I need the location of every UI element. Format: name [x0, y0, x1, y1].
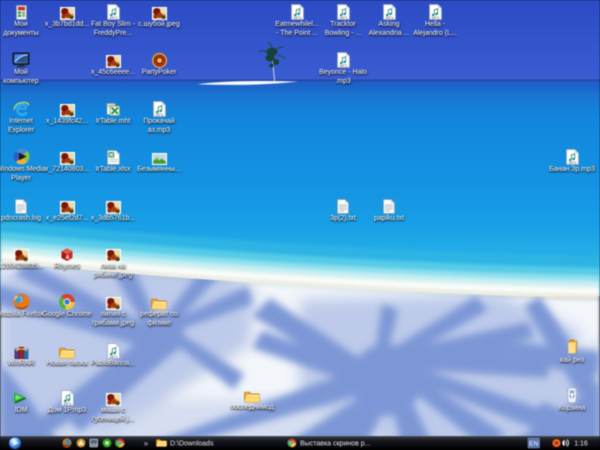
svg-text:»: » [144, 439, 149, 448]
svg-text:1:16: 1:16 [574, 441, 588, 448]
svg-text:EN: EN [529, 441, 538, 448]
svg-text:D:\Downloads: D:\Downloads [170, 441, 214, 448]
svg-text:Выставка скринов р...: Выставка скринов р... [300, 441, 371, 448]
